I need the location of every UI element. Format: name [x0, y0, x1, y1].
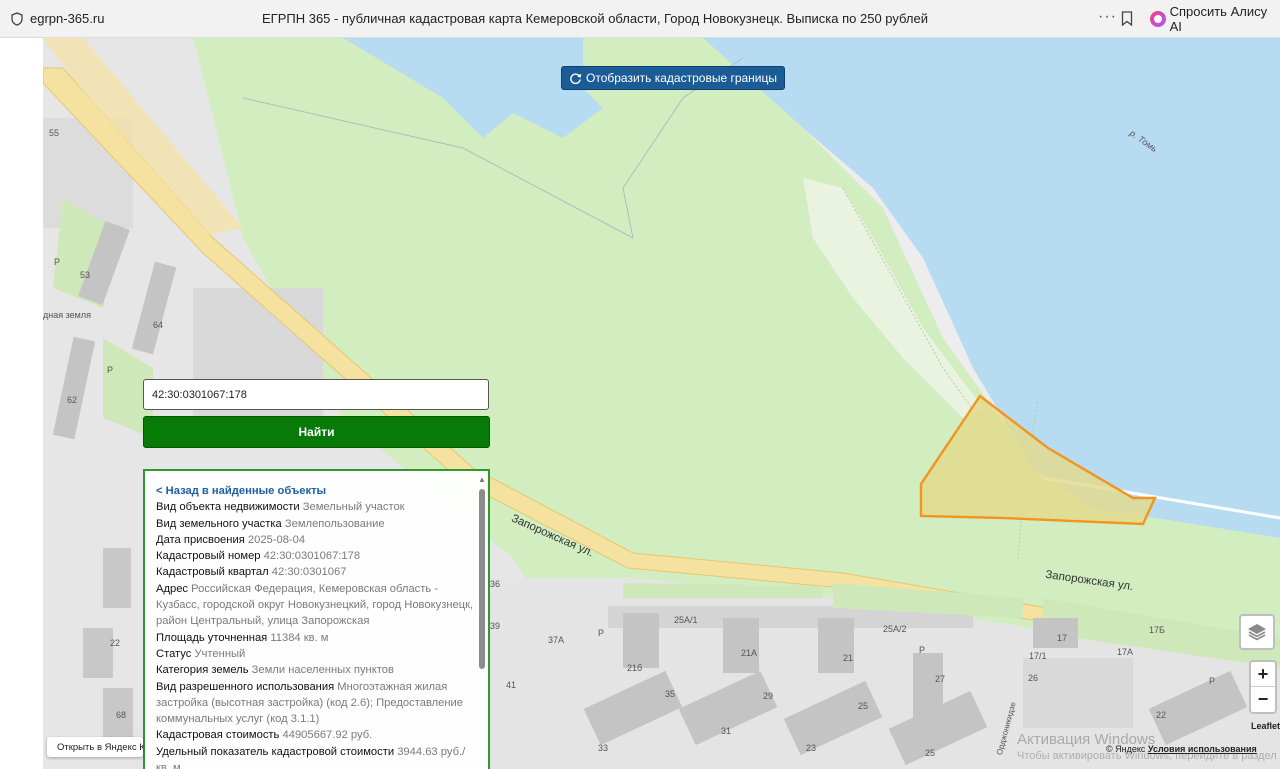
- info-scrollbar[interactable]: ▲: [478, 475, 486, 769]
- back-to-results-link[interactable]: < Назад в найденные объекты: [156, 483, 474, 499]
- house-number: 25А/2: [883, 624, 907, 634]
- house-number: 25: [925, 748, 936, 758]
- yandex-copyright: © Яндекс: [1106, 744, 1146, 754]
- house-number: 55: [49, 128, 60, 138]
- house-number: 25: [858, 701, 869, 711]
- house-number: 17/1: [1029, 651, 1047, 661]
- info-row: Вид земельного участка Землепользование: [156, 517, 385, 530]
- map-copyright: © Яндекс Условия использования: [1106, 744, 1257, 754]
- house-number: 37А: [548, 635, 565, 645]
- zoom-control: + −: [1249, 660, 1277, 714]
- scroll-up-icon[interactable]: ▲: [478, 475, 486, 484]
- zoom-in-button[interactable]: +: [1251, 662, 1275, 687]
- layers-icon: [1248, 624, 1266, 641]
- show-cadastral-borders-button[interactable]: Отобразить кадастровые границы: [561, 66, 786, 90]
- page-title: ЕГРПН 365 - публичная кадастровая карта …: [262, 11, 928, 26]
- house-number: 22: [110, 638, 121, 648]
- open-yandex-maps-button[interactable]: Открыть в Яндекс Картах: [47, 737, 143, 757]
- cadastral-number-input[interactable]: [143, 379, 489, 410]
- house-number: 17: [1057, 633, 1068, 643]
- info-row: Площадь уточненная 11384 кв. м: [156, 631, 329, 644]
- house-number: 17А: [1117, 647, 1134, 657]
- alice-icon: [1150, 11, 1166, 27]
- house-number: 27: [935, 674, 946, 684]
- info-row: Адрес Российская Федерация, Кемеровская …: [156, 582, 474, 628]
- find-button[interactable]: Найти: [143, 416, 490, 448]
- info-row: Дата присвоения 2025-08-04: [156, 533, 306, 546]
- house-number: 39: [490, 621, 501, 631]
- browser-toolbar: egrpn-365.ru ЕГРПН 365 - публичная кадас…: [0, 0, 1280, 38]
- house-number: 33: [598, 743, 609, 753]
- zoom-out-button[interactable]: −: [1251, 687, 1275, 712]
- house-number: 68: [116, 710, 127, 720]
- house-number: 21: [843, 653, 854, 663]
- house-number: 36: [490, 579, 501, 589]
- leaflet-attribution[interactable]: Leaflet: [1251, 721, 1280, 731]
- house-number: 23: [806, 743, 817, 753]
- map-view[interactable]: р. Томь дная земля Запорожская ул. Запор…: [43, 38, 1280, 769]
- more-menu-button[interactable]: ···: [1098, 8, 1117, 26]
- info-row: Кадастровая стоимость 44905667.92 руб.: [156, 729, 373, 742]
- parking-label: P: [54, 257, 61, 267]
- house-number: 26: [1028, 673, 1039, 683]
- house-number: 22: [1156, 710, 1167, 720]
- parking-label: P: [598, 628, 605, 638]
- info-row: Категория земель Земли населенных пункто…: [156, 664, 394, 677]
- house-number: 64: [153, 320, 164, 330]
- house-number: 25А/1: [674, 615, 698, 625]
- place-label: дная земля: [43, 310, 91, 320]
- info-row: Удельный показатель кадастровой стоимост…: [156, 745, 466, 769]
- ask-alice-label: Спросить Алису AI: [1169, 4, 1268, 34]
- info-row: Кадастровый номер 42:30:0301067:178: [156, 550, 361, 563]
- open-yandex-maps-label: Открыть в Яндекс Картах: [57, 741, 143, 753]
- house-number: 29: [763, 691, 774, 701]
- terms-of-use-link[interactable]: Условия использования: [1148, 744, 1257, 754]
- info-row: Вид объекта недвижимости Земельный участ…: [156, 501, 405, 514]
- ask-alice-button[interactable]: Спросить Алису AI: [1150, 4, 1280, 34]
- house-number: 17Б: [1149, 625, 1165, 635]
- bookmark-icon[interactable]: [1121, 11, 1133, 26]
- info-row: Кадастровый квартал 42:30:0301067: [156, 566, 347, 579]
- parking-label: P: [107, 365, 114, 375]
- scroll-thumb[interactable]: [479, 489, 485, 669]
- left-margin: [0, 38, 43, 769]
- house-number: 62: [67, 395, 78, 405]
- house-number: 41: [506, 680, 517, 690]
- refresh-icon: [570, 72, 582, 84]
- house-number: 21б: [627, 663, 643, 673]
- house-number: 31: [721, 726, 732, 736]
- house-number: 21А: [741, 648, 758, 658]
- info-row: Вид разрешенного использования Многоэтаж…: [156, 680, 464, 726]
- object-info-panel[interactable]: < Назад в найденные объекты Вид объекта …: [143, 469, 490, 769]
- info-row: Статус Учтенный: [156, 647, 246, 660]
- layers-button[interactable]: [1239, 614, 1275, 650]
- show-cadastral-borders-label: Отобразить кадастровые границы: [586, 71, 778, 85]
- parking-label: P: [919, 645, 926, 655]
- house-number: 35: [665, 689, 676, 699]
- house-number: 53: [80, 270, 91, 280]
- shield-icon[interactable]: [11, 12, 23, 26]
- parking-label: P: [1209, 676, 1216, 686]
- address-domain[interactable]: egrpn-365.ru: [30, 11, 104, 26]
